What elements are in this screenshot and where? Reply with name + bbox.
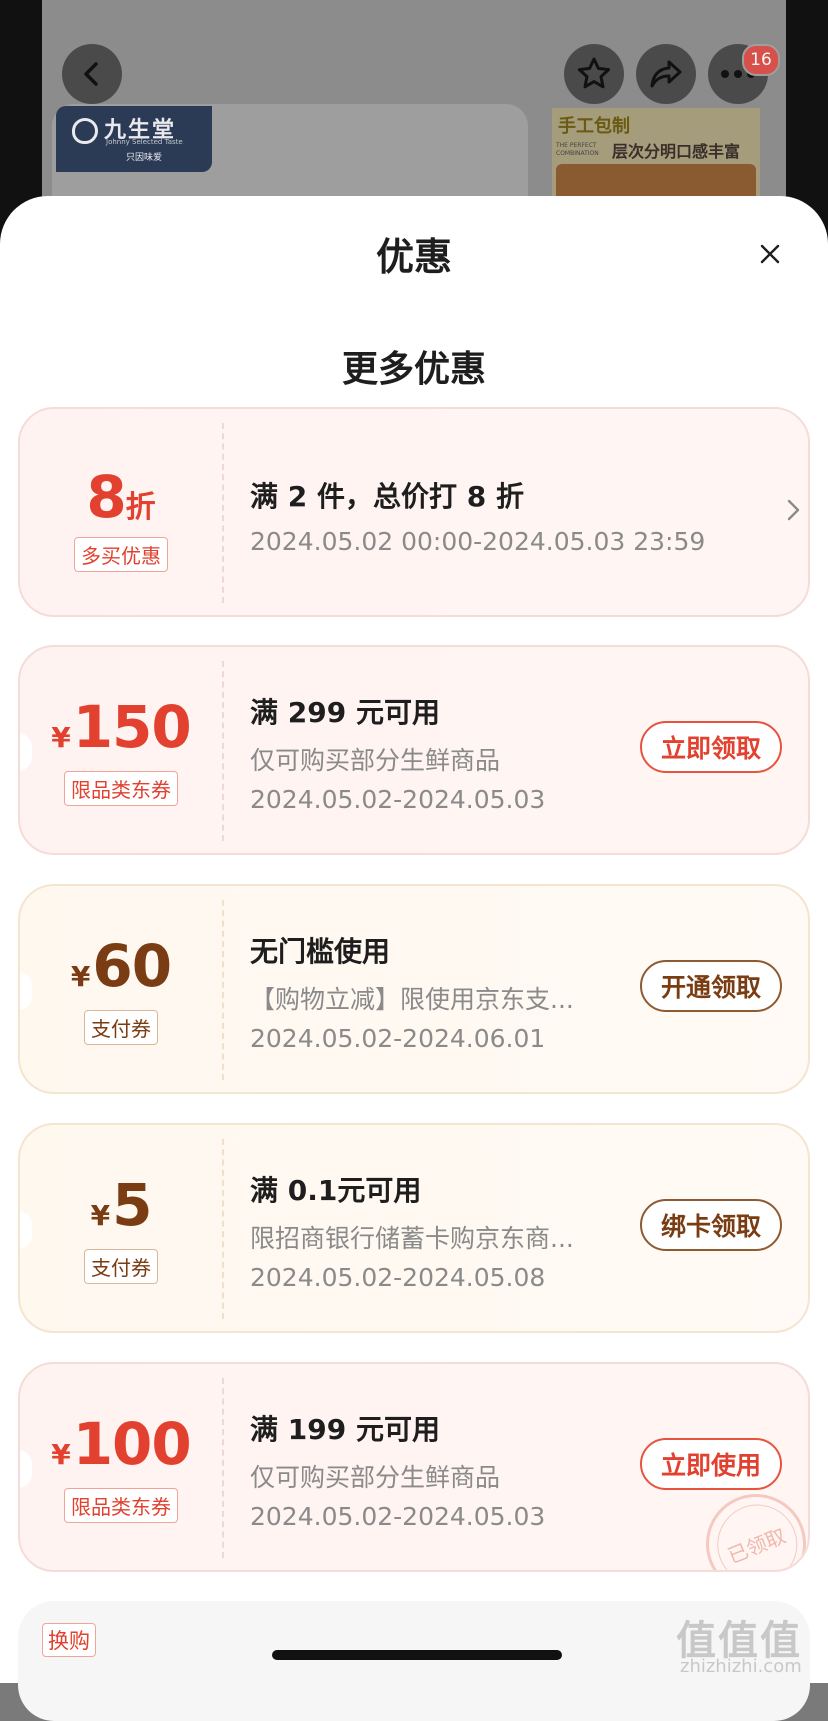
coupon-condition: 满 299 元可用 [250,696,440,729]
sheet-title: 优惠 [375,235,452,279]
promo-subtitle: 层次分明口感丰富 [612,142,741,161]
coupon-scope: 仅可购买部分生鲜商品 [250,1463,501,1492]
coupon-value-panel: ¥100 限品类东券 [20,1364,222,1570]
coupon-card[interactable]: 8折 多买优惠 满 2 件，总价打 8 折 2024.05.02 00:00-2… [18,407,810,617]
coupon-type-tag: 限品类东券 [20,1488,222,1523]
coupon-value-panel: ¥60 支付券 [20,886,222,1092]
coupon-amount: ¥60 [70,932,172,1000]
coupon-type-tag: 限品类东券 [20,771,222,806]
section-title: 更多优惠 [341,349,486,390]
brand-slogan: 只因味爱 [126,153,163,163]
coupon-card: ¥150 限品类东券 满 299 元可用 仅可购买部分生鲜商品 2024.05.… [18,645,810,855]
coupon-scope: 限招商银行储蓄卡购京东商... [250,1224,574,1253]
coupon-condition: 满 199 元可用 [250,1413,440,1446]
chevron-right-icon[interactable] [786,497,802,523]
promo-english: THE PERFECT COMBINATION [556,142,599,157]
coupon-type-tag: 多买优惠 [20,537,222,572]
coupon-amount: 8折 [86,463,156,531]
bind-card-claim-button[interactable]: 绑卡领取 [640,1199,782,1251]
share-icon [650,60,682,88]
coupon-amount: ¥100 [51,1410,192,1478]
brand-logo: 九生堂 Johnny Selected Taste 只因味爱 [56,106,212,172]
close-icon [760,244,780,264]
coupon-validity: 2024.05.02 00:00-2024.05.03 23:59 [250,527,706,556]
coupon-value-panel: ¥5 支付券 [20,1125,222,1331]
coupon-amount: ¥5 [90,1171,153,1239]
back-icon [84,62,98,86]
coupon-divider [222,661,224,841]
cart-count-badge: 16 [742,44,780,76]
exchange-tag: 换购 [42,1623,96,1657]
coupon-card: ¥60 支付券 无门槛使用 【购物立减】限使用京东支... 2024.05.02… [18,884,810,1094]
coupon-divider [222,1139,224,1319]
back-button[interactable] [62,44,122,104]
coupon-scope: 【购物立减】限使用京东支... [250,985,574,1014]
coupon-validity: 2024.05.02-2024.05.03 [250,1502,546,1531]
coupon-value-panel: ¥150 限品类东券 [20,647,222,853]
brand-english: Johnny Selected Taste [106,138,183,146]
coupon-condition: 无门槛使用 [250,935,391,968]
favorite-star-icon [577,57,611,89]
claimed-stamp: 已领取 [690,1478,808,1570]
coupon-divider [222,423,224,603]
coupon-divider [222,1378,224,1558]
coupon-validity: 2024.05.02-2024.06.01 [250,1024,546,1053]
brand-mark-icon [72,118,98,144]
coupon-scope: 仅可购买部分生鲜商品 [250,746,501,775]
activate-claim-button[interactable]: 开通领取 [640,960,782,1012]
claim-now-button[interactable]: 立即领取 [640,721,782,773]
coupon-validity: 2024.05.02-2024.05.08 [250,1263,546,1292]
coupon-value-panel: 8折 多买优惠 [20,409,222,615]
coupon-condition: 满 2 件，总价打 8 折 [250,480,524,513]
favorite-button[interactable] [564,44,624,104]
home-indicator[interactable] [272,1650,562,1660]
coupon-card: ¥100 限品类东券 满 199 元可用 仅可购买部分生鲜商品 2024.05.… [18,1362,810,1572]
coupon-type-tag: 支付券 [20,1249,222,1284]
coupon-condition: 满 0.1元可用 [250,1174,422,1207]
coupon-amount: ¥150 [51,693,192,761]
coupon-divider [222,900,224,1080]
coupon-type-tag: 支付券 [20,1010,222,1045]
watermark-domain: zhizhizhi.com [680,1656,802,1677]
use-now-button[interactable]: 立即使用 [640,1438,782,1490]
close-button[interactable] [752,236,788,272]
coupon-validity: 2024.05.02-2024.05.03 [250,785,546,814]
coupon-card: ¥5 支付券 满 0.1元可用 限招商银行储蓄卡购京东商... 2024.05.… [18,1123,810,1333]
promo-title: 手工包制 [558,116,630,137]
share-button[interactable] [636,44,696,104]
